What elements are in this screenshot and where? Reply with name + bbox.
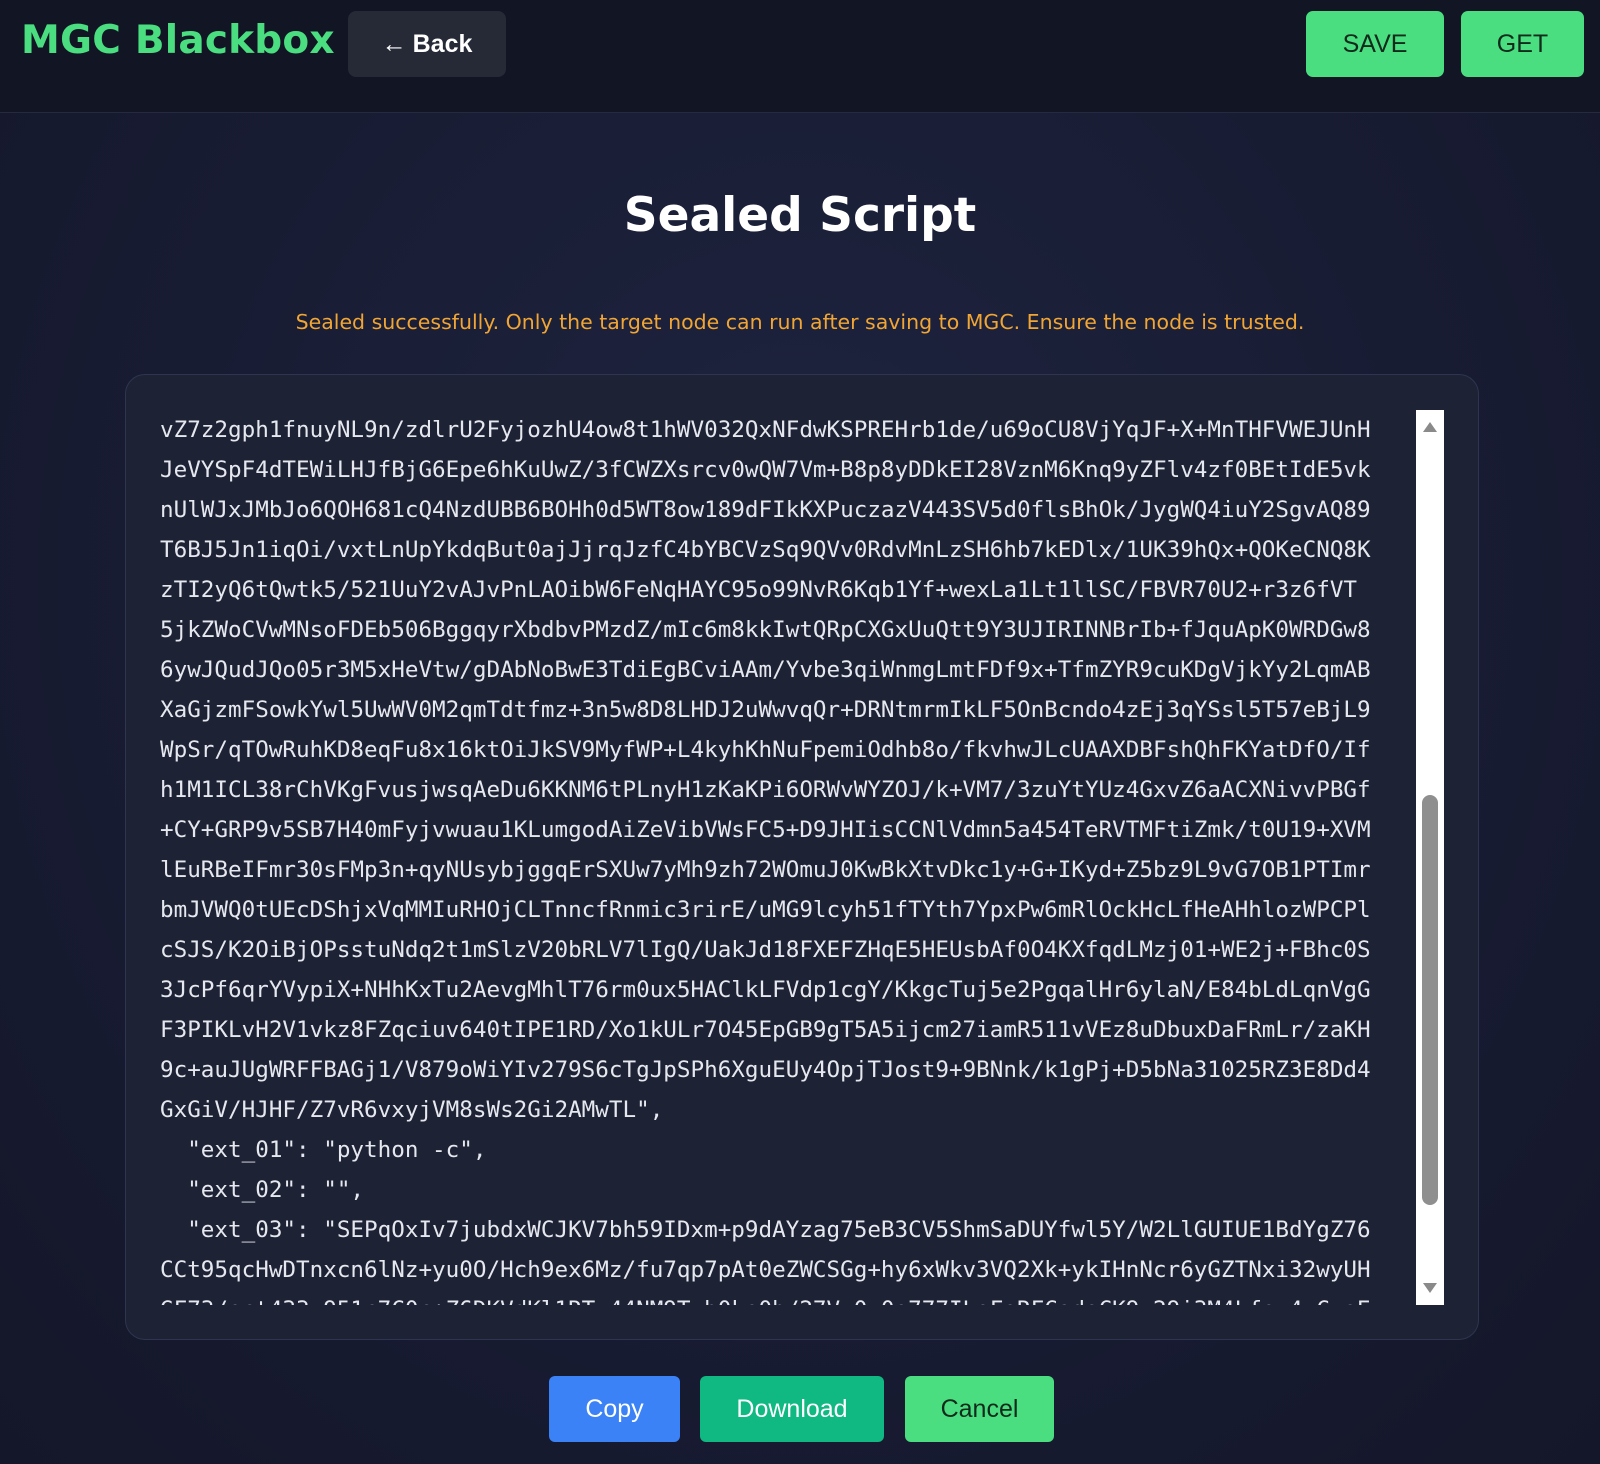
script-line: "ext_03": "SEPqOxIv7jubdxWCJKV7bh59IDxm+… <box>160 1217 1371 1243</box>
scroll-down-arrow-icon[interactable] <box>1423 1283 1437 1293</box>
back-button-label: Back <box>412 29 473 58</box>
scrollbar[interactable] <box>1416 410 1444 1305</box>
scrollbar-thumb[interactable] <box>1422 795 1438 1205</box>
script-line: 3JcPf6qrYVypiX+NHhKxTu2AevgMhlT76rm0ux5H… <box>160 977 1371 1003</box>
script-line: CCt95qcHwDTnxcn6lNz+yu0O/Hch9ex6Mz/fu7qp… <box>160 1257 1371 1283</box>
arrow-left-icon: ← <box>381 29 407 58</box>
script-line: JeVYSpF4dTEWiLHJfBjG6Epe6hKuUwZ/3fCWZXsr… <box>160 457 1371 483</box>
script-line: F3PIKLvH2V1vkz8FZqciuv640tIPE1RD/Xo1kULr… <box>160 1017 1371 1043</box>
script-line: vZ7z2gph1fnuyNL9n/zdlrU2FyjozhU4ow8t1hWV… <box>160 417 1371 443</box>
top-bar: MGC Blackbox ← Back SAVE GET <box>0 0 1600 113</box>
app-title: MGC Blackbox <box>21 18 335 63</box>
script-line: bmJVWQ0tUEcDShjxVqMMIuRHOjCLTnncfRnmic3r… <box>160 897 1371 923</box>
script-line: nUlWJxJMbJo6QOH681cQ4NzdUBB6BOHh0d5WT8ow… <box>160 497 1371 523</box>
script-line: "ext_02": "", <box>160 1177 365 1203</box>
script-line: 9c+auJUgWRFFBAGj1/V879oWiYIv279S6cTgJpSP… <box>160 1057 1371 1083</box>
script-line: h1M1ICL38rChVKgFvusjwsqAeDu6KKNM6tPLnyH1… <box>160 777 1371 803</box>
script-line: 5jkZWoCVwMNsoFDEb506BggqyrXbdbvPMzdZ/mIc… <box>160 617 1371 643</box>
success-notice: Sealed successfully. Only the target nod… <box>295 310 1305 334</box>
download-button[interactable]: Download <box>700 1376 884 1442</box>
copy-button[interactable]: Copy <box>549 1376 680 1442</box>
script-line: 6ywJQudJQo05r3M5xHeVtw/gDAbNoBwE3TdiEgBC… <box>160 657 1371 683</box>
script-line: WpSr/qTOwRuhKD8eqFu8x16ktOiJkSV9MyfWP+L4… <box>160 737 1371 763</box>
back-button[interactable]: ← Back <box>348 11 506 77</box>
save-button[interactable]: SAVE <box>1306 11 1444 77</box>
script-line: cSJS/K2OiBjOPsstuNdq2t1mSlzV20bRLV7lIgQ/… <box>160 937 1371 963</box>
script-line: XaGjzmFSowkYwl5UwWV0M2qmTdtfmz+3n5w8D8LH… <box>160 697 1371 723</box>
script-line: GF73/ect433v951c7C0c+Z6DKVdKl1RTv44NM9Tv… <box>160 1290 1410 1305</box>
script-line: T6BJ5Jn1iqOi/vxtLnUpYkdqBut0ajJjrqJzfC4b… <box>160 537 1371 563</box>
get-button[interactable]: GET <box>1461 11 1584 77</box>
script-line: lEuRBeIFmr30sFMp3n+qyNUsybjggqErSXUw7yMh… <box>160 857 1371 883</box>
script-line: "ext_01": "python -c", <box>160 1137 487 1163</box>
script-line: +CY+GRP9v5SB7H40mFyjvwuau1KLumgodAiZeVib… <box>160 817 1371 843</box>
sealed-script-textarea[interactable]: vZ7z2gph1fnuyNL9n/zdlrU2FyjozhU4ow8t1hWV… <box>160 410 1410 1305</box>
page-title: Sealed Script <box>623 188 977 243</box>
cancel-button[interactable]: Cancel <box>905 1376 1054 1442</box>
script-line: GxGiV/HJHF/Z7vR6vxyjVM8sWs2Gi2AMwTL", <box>160 1097 664 1123</box>
scroll-up-arrow-icon[interactable] <box>1423 422 1437 432</box>
script-line: zTI2yQ6tQwtk5/521UuY2vAJvPnLAOibW6FeNqHA… <box>160 577 1358 603</box>
